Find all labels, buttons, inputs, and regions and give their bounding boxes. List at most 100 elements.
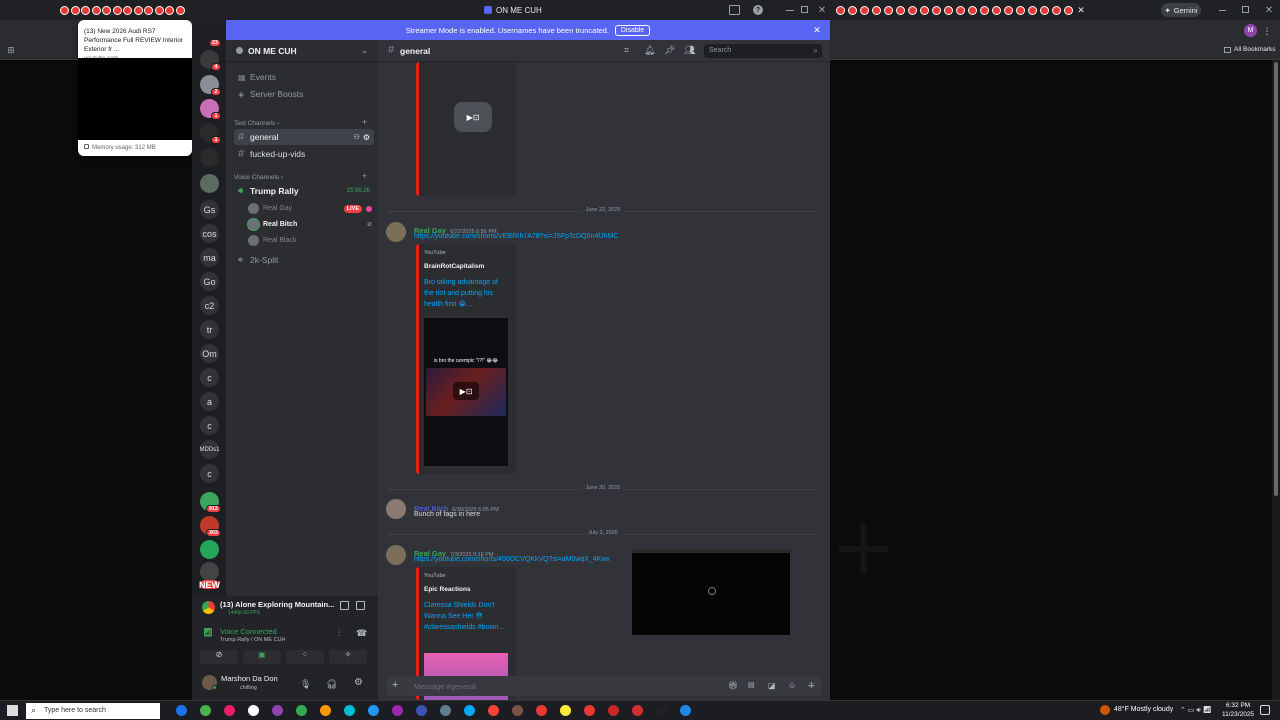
avatar[interactable] [386, 499, 406, 519]
avatar[interactable] [386, 222, 406, 242]
voice-status[interactable]: Voice Connected [220, 627, 277, 636]
user-settings-icon[interactable]: ⚙ [354, 677, 363, 688]
server-icon-text[interactable]: c [200, 416, 219, 435]
maximize-icon[interactable] [801, 6, 808, 13]
browser-tab-favicon-icon[interactable] [1004, 6, 1013, 15]
server-icon[interactable] [200, 174, 219, 193]
browser-tab-favicon-icon[interactable] [860, 6, 869, 15]
browser-tab-favicon-icon[interactable] [836, 6, 845, 15]
stop-stream-icon[interactable] [340, 601, 349, 610]
server-icon[interactable]: 303 [200, 516, 221, 537]
events-item[interactable]: ▦ Events [234, 69, 374, 85]
browser-tab-favicon-icon[interactable] [1028, 6, 1037, 15]
taskbar-app-icon[interactable] [488, 705, 499, 716]
browser-tab-favicon-icon[interactable] [848, 6, 857, 15]
threads-icon[interactable]: ⌗ [624, 45, 629, 56]
browser-tab-favicon-icon[interactable] [1016, 6, 1025, 15]
embed-title[interactable]: Bro taking advantage of the riot and put… [424, 277, 508, 310]
server-icon-text[interactable]: Go [200, 272, 219, 291]
signal-icon[interactable]: 📶︎ [203, 628, 213, 637]
browser-tab-favicon-icon[interactable] [992, 6, 1001, 15]
server-icon-text[interactable]: cos [200, 224, 219, 243]
add-member-icon[interactable]: ⚇ [354, 133, 360, 141]
voice-channels-category[interactable]: Voice Channels › [234, 174, 283, 181]
close-banner-icon[interactable]: ✕ [812, 24, 822, 36]
restore-icon[interactable] [1242, 6, 1249, 13]
help-icon[interactable]: ? [753, 5, 763, 15]
user-info[interactable]: Marshon Da Don chilling [200, 672, 300, 696]
activities-icon[interactable]: ⁘ [286, 650, 324, 664]
channel-fucked-up-vids[interactable]: # fucked-up-vids [234, 146, 374, 162]
server-icon-text[interactable]: NEW [199, 580, 220, 590]
disconnect-icon[interactable]: ☎︎ [356, 628, 367, 639]
emoji-icon[interactable]: ☺ [788, 681, 796, 690]
taskbar-app-icon[interactable] [248, 705, 259, 716]
browser-tab-favicon-icon[interactable] [70, 6, 80, 15]
browser-tab-favicon-icon[interactable] [932, 6, 941, 15]
all-bookmarks-link[interactable]: All Bookmarks [1224, 46, 1276, 53]
headphones-icon[interactable]: 🎧︎ [326, 679, 337, 690]
browser-tab-favicon-icon[interactable] [1040, 6, 1049, 15]
browser-tab-favicon-icon[interactable] [144, 6, 153, 15]
taskbar-app-icon[interactable] [440, 705, 451, 716]
profile-avatar[interactable]: M [1244, 24, 1257, 37]
taskbar-app-icon[interactable] [536, 705, 547, 716]
server-icon-text[interactable]: Gs [200, 200, 219, 219]
server-icon[interactable]: 1 [200, 99, 221, 120]
server-icon-text[interactable]: MDDs1 [200, 440, 220, 459]
browser-tab-favicon-icon[interactable] [81, 6, 90, 15]
gemini-button[interactable]: ✦ Gemini [1161, 3, 1201, 17]
settings-gear-icon[interactable]: ⚙ [363, 133, 370, 142]
server-icon[interactable]: 2 [200, 75, 221, 96]
browser-tab-favicon-icon[interactable] [133, 6, 143, 15]
system-tray-icons[interactable]: ⌃ ▭ 🔊︎ 📶︎ [1180, 706, 1212, 715]
notification-icon[interactable] [1260, 705, 1270, 715]
taskbar-app-icon[interactable] [320, 705, 331, 716]
disable-streamer-button[interactable]: Disable [614, 24, 651, 36]
server-header[interactable]: ON ME CUH ⌄ [226, 40, 378, 62]
voice-location[interactable]: Trump Rally / ON ME CUH [220, 637, 286, 643]
server-icon[interactable] [200, 540, 219, 559]
clock-time[interactable]: 6:32 PM [1226, 702, 1250, 709]
taskbar-app-icon[interactable] [464, 705, 475, 716]
text-channels-category[interactable]: Text Channels › [234, 120, 279, 127]
server-icon[interactable]: 4 [200, 50, 221, 71]
browser-tab-favicon-icon[interactable] [60, 6, 69, 15]
taskbar-app-icon[interactable] [632, 705, 643, 716]
voice-user-1[interactable]: Real Gay LIVE [248, 203, 372, 214]
discord-home-icon[interactable]: 23 [200, 26, 221, 47]
server-icon-text[interactable]: c [200, 464, 219, 483]
taskbar-app-icon[interactable] [272, 705, 283, 716]
server-icon-text[interactable]: c2 [200, 296, 219, 315]
soundboard-icon[interactable]: ✧ [329, 650, 367, 664]
browser-tab-favicon-icon[interactable] [920, 6, 929, 15]
gif-icon[interactable]: ▤ [748, 681, 755, 689]
embed-author[interactable]: BrainRotCapitalism [424, 263, 484, 270]
taskbar-search[interactable]: ⌕ Type here to search [26, 703, 160, 719]
sticker-icon[interactable]: ◪ [768, 681, 776, 690]
play-video-icon[interactable]: ▶⊡ [454, 102, 492, 132]
microphone-icon[interactable]: 🎙︎ [300, 679, 311, 690]
taskbar-app-icon[interactable] [224, 705, 235, 716]
browser-tab-favicon-icon[interactable] [123, 6, 132, 15]
message-input[interactable]: + Message #general 🎁︎ ▤ ◪ ☺ ⁜ [386, 676, 822, 696]
browser-tab-favicon-icon[interactable] [896, 6, 905, 15]
activity-row[interactable]: (13) Alone Exploring Mountain... 1440p 6… [200, 598, 370, 618]
mask-icon[interactable] [200, 148, 219, 167]
weather-icon[interactable] [1100, 705, 1110, 715]
scrollbar-thumb[interactable] [1274, 62, 1278, 496]
windows-start-icon[interactable] [7, 705, 18, 716]
add-text-channel-icon[interactable]: + [362, 117, 367, 127]
server-icon-text[interactable]: c [200, 368, 219, 387]
embed-author[interactable]: Epic Reactions [424, 586, 471, 593]
browser-tab-favicon-icon[interactable] [91, 6, 101, 15]
taskbar-app-icon[interactable] [368, 705, 379, 716]
apps-icon[interactable]: ⁜ [808, 681, 815, 690]
search-input[interactable]: Search ⌕ [704, 44, 822, 58]
stream-settings-icon[interactable] [356, 601, 365, 610]
taskbar-app-icon[interactable] [176, 705, 187, 716]
browser-tab-favicon-icon[interactable] [884, 6, 893, 15]
browser-tab-favicon-icon[interactable] [956, 6, 965, 15]
minimize-icon[interactable] [786, 10, 794, 11]
server-icon[interactable]: 912 [200, 492, 221, 513]
